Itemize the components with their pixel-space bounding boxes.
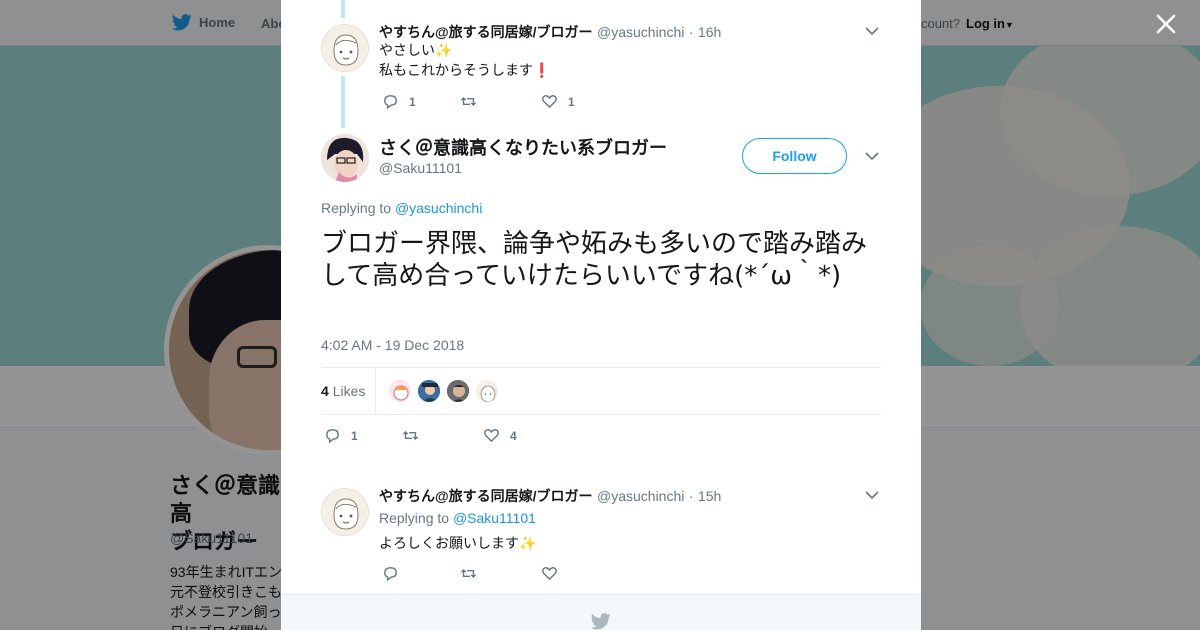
liker-avatar[interactable] [475,379,499,403]
reply-button[interactable]: 1 [382,93,460,110]
retweet-button[interactable] [460,93,541,110]
like-count: 4 [510,428,517,443]
follow-button[interactable]: Follow [742,138,847,174]
chevron-down-icon[interactable] [865,152,879,161]
user-avatar[interactable] [321,488,369,536]
replying-to-prefix: Replying to [321,200,392,216]
thread-connector [341,0,345,18]
retweet-icon [402,430,419,441]
main-tweet-actions: 1 4 [324,427,517,444]
chevron-down-icon[interactable] [865,27,879,36]
replying-to: Replying to @Saku11101 [379,510,536,526]
replying-to-link[interactable]: @Saku11101 [453,510,536,526]
reply-count: 1 [351,428,358,443]
replying-to-prefix: Replying to [379,510,450,526]
reply-icon [384,95,397,110]
tweet-author-handle[interactable]: @yasuchinchi [597,24,684,40]
like-count: 1 [568,94,575,109]
reply-button[interactable]: 1 [324,427,402,444]
tweet-time[interactable]: 16h [698,24,721,40]
retweet-icon [460,96,477,107]
reply-icon [384,567,397,582]
reply-icon [326,429,339,444]
close-modal-button[interactable] [1152,10,1180,38]
close-icon [1156,14,1176,34]
tweet-text-line: 私もこれからそうします❗ [379,62,551,78]
tweet-author-handle[interactable]: @yasuchinchi [597,488,684,504]
replying-to-link[interactable]: @yasuchinchi [395,200,482,216]
tweet-actions: 1 1 [382,93,575,110]
likes-stat-count: 4 [321,383,329,399]
main-tweet-author-handle[interactable]: @Saku11101 [379,160,462,176]
stats-divider [375,368,376,414]
tweet-timestamp[interactable]: 4:02 AM - 19 Dec 2018 [321,337,464,353]
tweet-header: やすちん@旅する同居嫁/ブロガー @yasuchinchi · 15h [379,486,721,506]
replying-to: Replying to @yasuchinchi [321,200,482,216]
tweet-text: やさしい✨ 私もこれからそうします❗ [379,40,550,80]
tweet-time[interactable]: 15h [698,488,721,504]
liker-avatar[interactable] [446,379,470,403]
tweet-actions [382,565,568,582]
chevron-down-icon[interactable] [865,491,879,500]
tweet-modal: やすちん@旅する同居嫁/ブロガー @yasuchinchi · 16h やさしい… [281,0,921,630]
reply-button[interactable] [382,565,460,582]
like-icon [542,567,557,581]
tweet-stats: 4 Likes [321,367,881,415]
main-tweet-avatar[interactable] [321,134,369,182]
modal-footer [281,594,921,630]
twitter-bird-icon [591,613,611,630]
liker-avatar[interactable] [417,379,441,403]
tweet-author-name[interactable]: やすちん@旅する同居嫁/ブロガー [379,488,593,504]
retweet-icon [460,568,477,579]
tweet-time-sep: · [688,488,694,504]
main-tweet-author-name[interactable]: さく＠意識高くなりたい系ブロガー [379,134,667,160]
likes-stat[interactable]: 4 Likes [321,383,365,399]
like-button[interactable]: 1 [541,93,575,110]
tweet-author-name[interactable]: やすちん@旅する同居嫁/ブロガー [379,24,593,40]
main-tweet-text: ブロガー界隈、論争や妬みも多いので踏み踏みして高め合っていけたらいいですね(*´… [321,229,868,291]
reply-count: 1 [409,94,416,109]
like-button[interactable]: 4 [483,427,517,444]
tweet-time-sep: · [688,24,694,40]
user-avatar[interactable] [321,24,369,72]
likes-stat-label: Likes [332,383,366,399]
retweet-button[interactable] [402,427,483,444]
tweet-header: やすちん@旅する同居嫁/ブロガー @yasuchinchi · 16h [379,22,721,42]
like-icon [542,95,557,109]
tweet-text-line: やさしい✨ [379,42,453,58]
thread-connector [341,76,345,128]
tweet-text: よろしくお願いします✨ [379,535,537,551]
liker-avatar[interactable] [388,379,412,403]
like-icon [484,429,499,443]
retweet-button[interactable] [460,565,541,582]
like-button[interactable] [541,565,568,582]
